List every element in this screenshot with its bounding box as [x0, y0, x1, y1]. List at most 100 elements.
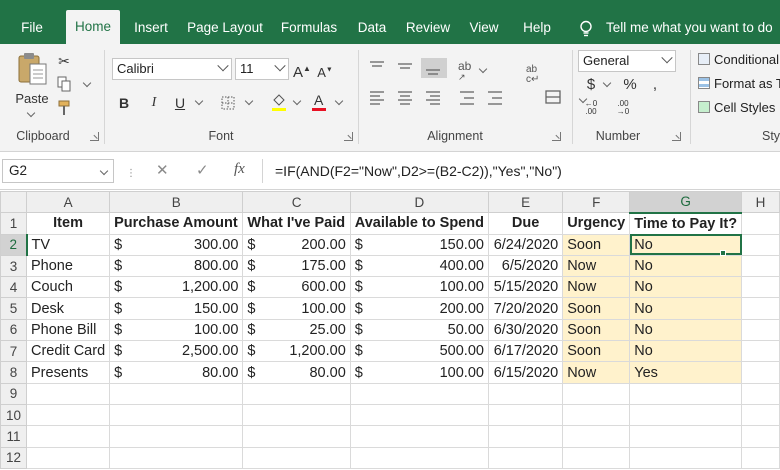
cell-empty[interactable] [109, 425, 244, 448]
cell-due[interactable]: 6/5/2020 [487, 254, 564, 278]
cell-item[interactable]: TV [25, 233, 111, 256]
cell-empty[interactable] [487, 425, 564, 448]
cell-purchase[interactable]: $1,200.00 [109, 276, 244, 299]
row-header[interactable]: 6 [0, 318, 27, 342]
percent-style-button[interactable]: % [622, 76, 638, 94]
cell-paid[interactable]: $100.00 [242, 297, 351, 320]
cell-paid[interactable]: $175.00 [242, 254, 351, 278]
cell-empty[interactable] [562, 425, 631, 448]
row-header[interactable]: 10 [0, 403, 27, 427]
cell-item[interactable]: Credit Card [25, 340, 111, 363]
paste-button[interactable]: Paste [12, 50, 52, 120]
cell-urgency[interactable]: Now [562, 276, 631, 299]
font-size-select[interactable]: 11 [235, 58, 289, 80]
formula-input[interactable]: =IF(AND(F2="Now",D2>=(B2-C2)),"Yes","No"… [262, 159, 780, 183]
font-color-dropdown-icon[interactable] [334, 96, 344, 106]
row-header[interactable]: 8 [0, 361, 27, 384]
cell-empty[interactable] [741, 340, 780, 363]
alignment-launcher-icon[interactable] [552, 132, 561, 141]
cell-purchase[interactable]: $150.00 [109, 297, 244, 320]
tab-page-layout[interactable]: Page Layout [184, 12, 266, 44]
cell-c1[interactable]: What I've Paid [242, 212, 351, 235]
cell-empty[interactable] [25, 425, 111, 448]
cell-empty[interactable] [562, 446, 631, 469]
cell-empty[interactable] [741, 233, 780, 256]
insert-function-icon[interactable]: fx [234, 161, 245, 178]
tab-insert[interactable]: Insert [126, 12, 176, 44]
cell-urgency[interactable]: Soon [562, 318, 631, 342]
cell-empty[interactable] [741, 425, 780, 448]
cell-empty[interactable] [629, 446, 743, 469]
cell-paid[interactable]: $1,200.00 [242, 340, 351, 363]
cell-available[interactable]: $50.00 [349, 318, 489, 342]
cell-purchase[interactable]: $800.00 [109, 254, 244, 278]
row-header[interactable]: 5 [0, 297, 27, 320]
cell-empty[interactable] [741, 446, 780, 469]
clipboard-launcher-icon[interactable] [90, 132, 99, 141]
cell-empty[interactable] [242, 425, 351, 448]
accounting-dropdown-icon[interactable] [602, 78, 612, 88]
cell-empty[interactable] [109, 403, 244, 427]
cell-time-to-pay[interactable]: Yes [629, 361, 743, 384]
cell-due[interactable]: 6/15/2020 [487, 361, 564, 384]
number-launcher-icon[interactable] [672, 132, 681, 141]
row-header[interactable]: 12 [0, 446, 27, 469]
tab-review[interactable]: Review [402, 12, 454, 44]
cell-empty[interactable] [349, 425, 489, 448]
cell-e1[interactable]: Due [487, 212, 564, 235]
column-header-a[interactable]: A [25, 190, 111, 214]
cell-purchase[interactable]: $2,500.00 [109, 340, 244, 363]
decrease-font-button[interactable]: A▼ [316, 62, 334, 82]
cell-available[interactable]: $500.00 [349, 340, 489, 363]
cell-empty[interactable] [25, 403, 111, 427]
cell-f1[interactable]: Urgency [562, 212, 631, 235]
cell-due[interactable]: 5/15/2020 [487, 276, 564, 299]
cell-item[interactable]: Desk [25, 297, 111, 320]
name-box[interactable]: G2 [2, 159, 114, 183]
cell-due[interactable]: 6/24/2020 [487, 233, 564, 256]
borders-dropdown-icon[interactable] [244, 96, 254, 106]
cell-item[interactable]: Phone [25, 254, 111, 278]
cell-available[interactable]: $100.00 [349, 361, 489, 384]
cell-available[interactable]: $100.00 [349, 276, 489, 299]
cell-purchase[interactable]: $100.00 [109, 318, 244, 342]
cell-empty[interactable] [741, 403, 780, 427]
copy-dropdown-icon[interactable] [82, 78, 92, 88]
fill-color-button[interactable] [270, 92, 288, 116]
row-header[interactable]: 7 [0, 340, 27, 363]
font-launcher-icon[interactable] [344, 132, 353, 141]
cell-purchase[interactable]: $80.00 [109, 361, 244, 384]
cell-empty[interactable] [109, 446, 244, 469]
cell-empty[interactable] [349, 382, 489, 405]
cell-available[interactable]: $150.00 [349, 233, 489, 256]
conditional-formatting-button[interactable]: Conditional [698, 52, 779, 67]
decrease-decimal-button[interactable]: .00 →0 [612, 100, 634, 116]
row-header[interactable]: 4 [0, 276, 27, 299]
cell-empty[interactable] [25, 446, 111, 469]
cell-b1[interactable]: Purchase Amount [109, 212, 244, 235]
tab-view[interactable]: View [464, 12, 504, 44]
cell-paid[interactable]: $80.00 [242, 361, 351, 384]
cell-available[interactable]: $400.00 [349, 254, 489, 278]
cell-item[interactable]: Phone Bill [25, 318, 111, 342]
cell-empty[interactable] [242, 403, 351, 427]
row-header[interactable]: 2 [0, 233, 28, 256]
cell-a1[interactable]: Item [25, 212, 111, 235]
borders-button[interactable] [220, 96, 236, 114]
tab-help[interactable]: Help [516, 12, 558, 44]
cell-time-to-pay[interactable]: No [629, 276, 743, 299]
cell-due[interactable]: 6/30/2020 [487, 318, 564, 342]
cell-due[interactable]: 6/17/2020 [487, 340, 564, 363]
cell-empty[interactable] [242, 382, 351, 405]
comma-style-button[interactable]: , [650, 76, 660, 94]
cell-empty[interactable] [349, 403, 489, 427]
cell-g1[interactable]: Time to Pay It? [629, 212, 743, 235]
fill-handle[interactable] [720, 250, 726, 256]
tab-file[interactable]: File [12, 12, 52, 44]
cell-empty[interactable] [487, 403, 564, 427]
cell-d1[interactable]: Available to Spend [349, 212, 489, 235]
column-header-e[interactable]: E [487, 190, 564, 214]
cell-empty[interactable] [629, 403, 743, 427]
column-header-c[interactable]: C [242, 190, 351, 214]
cell-empty[interactable] [562, 403, 631, 427]
